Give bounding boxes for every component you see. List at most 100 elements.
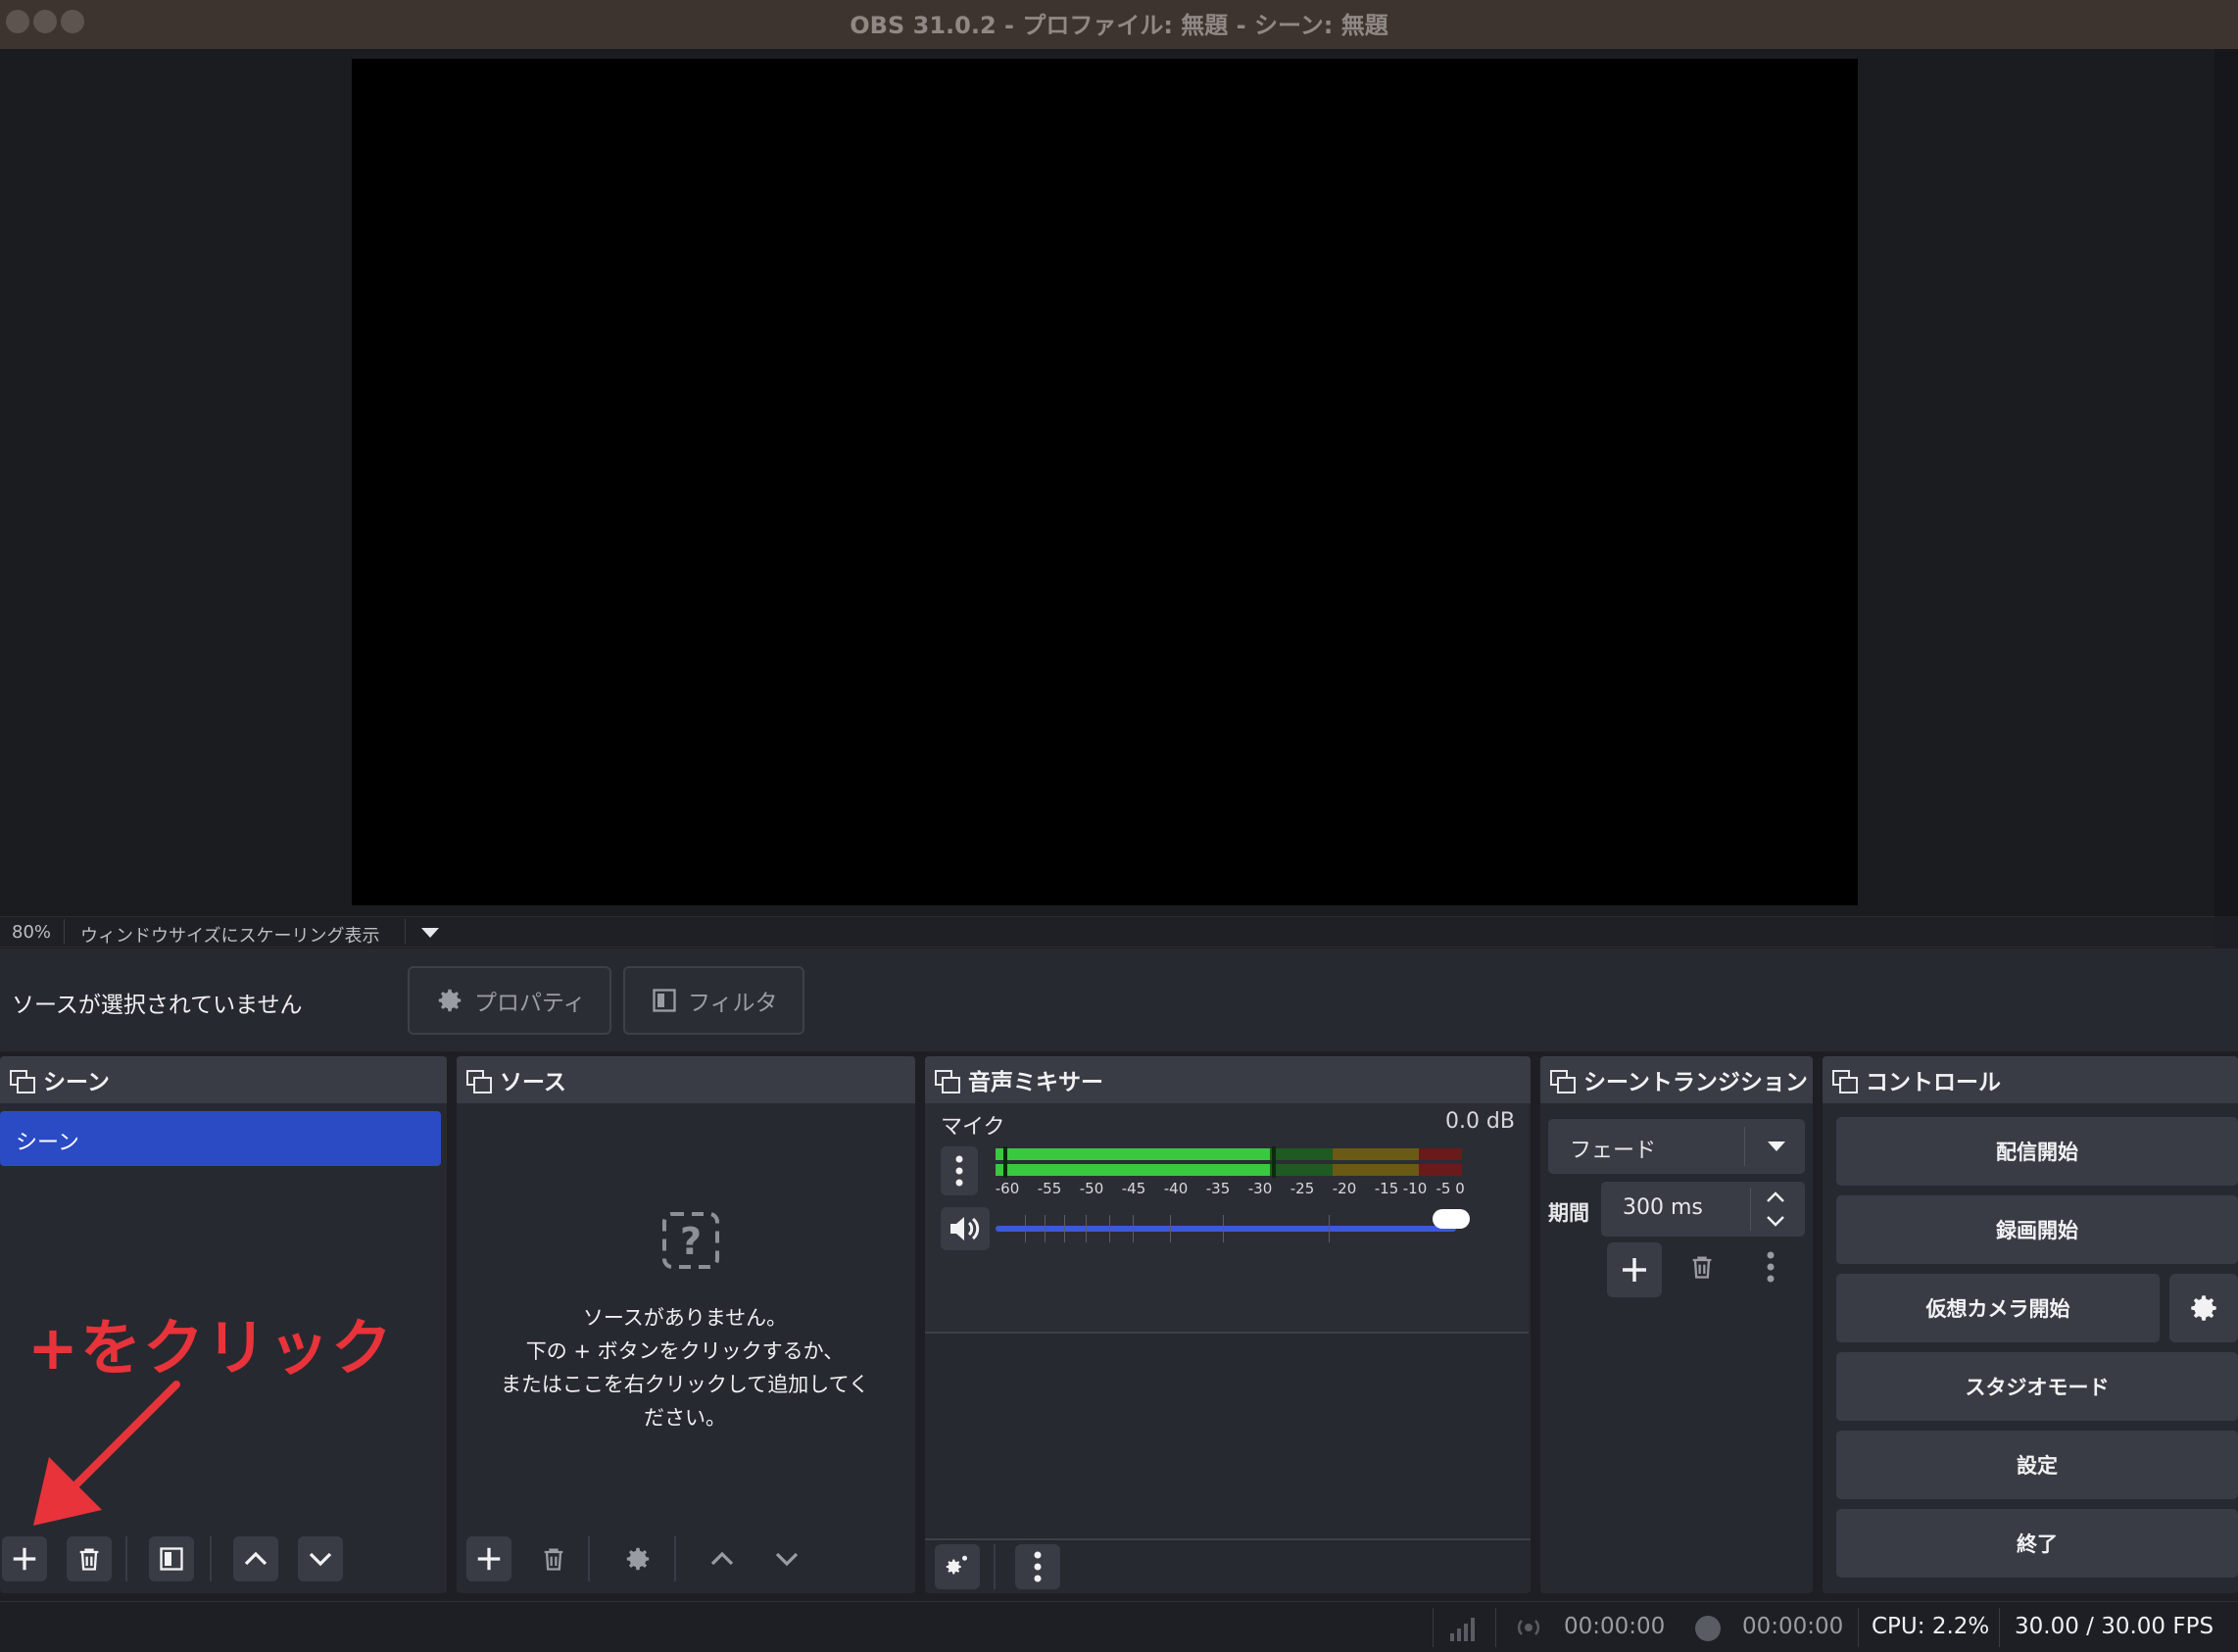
preview-scrollbar[interactable] (2214, 49, 2238, 916)
add-transition-button[interactable] (1607, 1242, 1662, 1297)
start-streaming-button[interactable]: 配信開始 (1836, 1117, 2238, 1186)
trash-icon (79, 1548, 99, 1571)
empty-line: ださい。 (644, 1406, 726, 1430)
scene-filters-button[interactable] (149, 1536, 194, 1581)
caret-down-icon[interactable] (421, 928, 439, 938)
channel-menu-button[interactable] (941, 1146, 978, 1195)
scenes-title: シーン (43, 1070, 110, 1095)
mixer-menu-button[interactable] (1015, 1544, 1060, 1589)
sources-dock: ソース ? ソースがありません。 下の + ボタンをクリックするか、 またはここ… (457, 1056, 915, 1593)
filters-button[interactable]: フィルタ (623, 966, 804, 1035)
move-scene-down-button[interactable] (298, 1536, 343, 1581)
tick-label: -5 (1435, 1180, 1451, 1197)
caret-down-icon (1768, 1142, 1785, 1151)
properties-label: プロパティ (474, 991, 586, 1016)
controls-dock-header[interactable]: コントロール (1823, 1056, 2238, 1103)
trash-icon (544, 1548, 563, 1571)
settings-button[interactable]: 設定 (1836, 1431, 2238, 1499)
tick-label: -15 (1374, 1180, 1399, 1197)
duration-value: 300 ms (1623, 1195, 1703, 1220)
audio-mixer-dock: 音声ミキサー マイク 0.0 dB -60 -55 -50 -45 -40 -3… (925, 1056, 1531, 1593)
tick-label: -50 (1079, 1180, 1104, 1197)
mute-button[interactable] (941, 1207, 990, 1250)
transition-value: フェード (1570, 1139, 1657, 1163)
dock-float-icon[interactable] (1832, 1070, 1858, 1093)
filters-label: フィルタ (688, 991, 778, 1016)
dock-float-icon[interactable] (466, 1070, 492, 1093)
exit-button[interactable]: 終了 (1836, 1509, 2238, 1578)
meter-green-dim (1270, 1164, 1333, 1176)
volume-tick (1223, 1215, 1224, 1242)
question-icon: ? (662, 1212, 719, 1269)
volume-tick (1045, 1215, 1046, 1242)
duration-label: 期間 (1548, 1201, 1589, 1225)
annotation-label: +をクリック (27, 1312, 394, 1384)
move-source-up-button[interactable] (700, 1536, 745, 1581)
tick-label: -60 (995, 1180, 1020, 1197)
transition-select[interactable]: フェード (1548, 1119, 1805, 1174)
window-title: OBS 31.0.2 - プロファイル: 無題 - シーン: 無題 (850, 12, 1388, 39)
volume-slider-handle[interactable] (1433, 1209, 1470, 1229)
preview-canvas[interactable] (352, 59, 1858, 905)
dock-float-icon[interactable] (1550, 1070, 1576, 1093)
divider (125, 1536, 127, 1581)
tick-label: -10 (1402, 1180, 1428, 1197)
start-virtual-camera-button[interactable]: 仮想カメラ開始 (1836, 1274, 2160, 1342)
channel-name: マイク (941, 1115, 1005, 1140)
source-properties-button[interactable] (615, 1536, 660, 1581)
meter-peak-hold (1272, 1146, 1276, 1178)
virtual-camera-settings-button[interactable] (2169, 1274, 2238, 1342)
mixer-settings-button[interactable] (935, 1544, 980, 1589)
meter-scale: -60 -55 -50 -45 -40 -35 -30 -25 -20 -15 … (995, 1180, 1465, 1203)
gear-icon (438, 989, 462, 1012)
remove-transition-button[interactable] (1679, 1244, 1725, 1289)
volume-tick (1170, 1215, 1171, 1242)
gear-icon (2191, 1295, 2216, 1321)
divider (588, 1536, 590, 1581)
transitions-dock-header[interactable]: シーントランジション (1540, 1056, 1813, 1103)
divider (1858, 1608, 1859, 1647)
cpu-usage: CPU: 2.2% (1872, 1614, 1990, 1639)
properties-button[interactable]: プロパティ (408, 966, 611, 1035)
tick-label: -25 (1289, 1180, 1315, 1197)
audio-meter (996, 1146, 1462, 1178)
chevron-down-icon (775, 1552, 799, 1567)
remove-source-button[interactable] (531, 1536, 576, 1581)
speaker-icon (950, 1217, 980, 1240)
start-recording-button[interactable]: 録画開始 (1836, 1195, 2238, 1264)
context-bar (0, 948, 2238, 1051)
mixer-channel: マイク 0.0 dB -60 -55 -50 -45 -40 -35 -30 -… (925, 1103, 1529, 1334)
no-source-label: ソースが選択されていません (12, 993, 303, 1018)
mixer-title: 音声ミキサー (968, 1070, 1103, 1095)
studio-mode-button[interactable]: スタジオモード (1836, 1352, 2238, 1421)
dock-float-icon[interactable] (935, 1070, 960, 1093)
stream-time: 00:00:00 (1564, 1614, 1666, 1639)
volume-tick (1329, 1215, 1330, 1242)
volume-tick (1086, 1215, 1087, 1242)
sources-dock-header[interactable]: ソース (457, 1056, 915, 1103)
volume-tick (1025, 1215, 1026, 1242)
transition-menu-button[interactable] (1748, 1244, 1793, 1289)
sources-empty-message[interactable]: ソースがありません。 下の + ボタンをクリックするか、 またはここを右クリック… (457, 1301, 913, 1434)
chevron-up-icon (244, 1551, 268, 1566)
move-scene-up-button[interactable] (233, 1536, 278, 1581)
duration-input[interactable]: 300 ms (1601, 1182, 1805, 1237)
recording-status-icon (1695, 1616, 1721, 1641)
dock-float-icon[interactable] (10, 1070, 35, 1093)
move-source-down-button[interactable] (764, 1536, 809, 1581)
status-bar: 00:00:00 00:00:00 CPU: 2.2% 30.00 / 30.0… (0, 1601, 2238, 1652)
preview-zoom-bar: 80% ウィンドウサイズにスケーリング表示 (0, 916, 2214, 947)
meter-green-dim (1270, 1148, 1333, 1160)
tick-label: -20 (1332, 1180, 1357, 1197)
scenes-dock-header[interactable]: シーン (0, 1056, 447, 1103)
stepper-icon[interactable] (1762, 1188, 1789, 1231)
scale-mode-select[interactable]: ウィンドウサイズにスケーリング表示 (80, 922, 379, 947)
remove-scene-button[interactable] (67, 1536, 112, 1581)
add-source-button[interactable] (466, 1536, 511, 1581)
add-scene-button[interactable] (2, 1536, 47, 1581)
divider (210, 1536, 212, 1581)
scene-list-item[interactable]: シーン (0, 1111, 441, 1166)
mixer-dock-header[interactable]: 音声ミキサー (925, 1056, 1531, 1103)
volume-slider-ticks (996, 1215, 1456, 1242)
divider (1433, 1608, 1434, 1647)
